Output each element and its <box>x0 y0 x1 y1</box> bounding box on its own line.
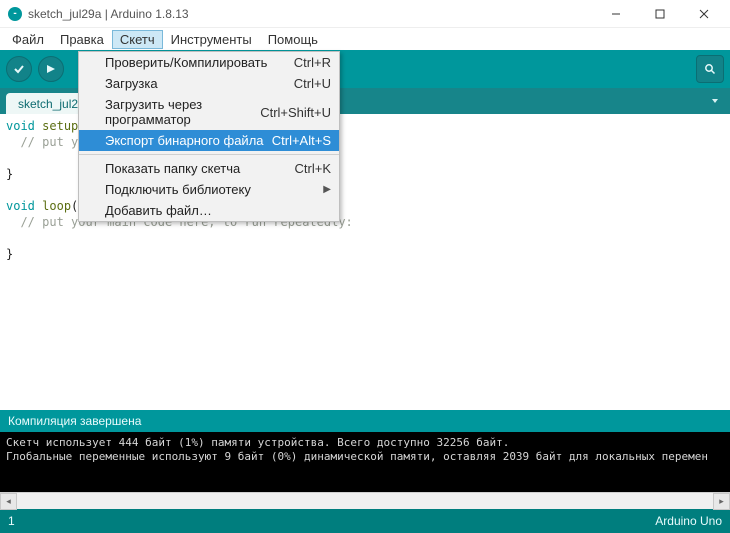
close-button[interactable] <box>682 0 726 28</box>
console-output[interactable]: Скетч использует 444 байт (1%) памяти ус… <box>0 432 730 492</box>
code-text: } <box>6 247 13 261</box>
menu-file[interactable]: Файл <box>4 30 52 49</box>
titlebar: sketch_jul29a | Arduino 1.8.13 <box>0 0 730 28</box>
menu-item-export-binary[interactable]: Экспорт бинарного файла Ctrl+Alt+S <box>79 130 339 151</box>
maximize-button[interactable] <box>638 0 682 28</box>
verify-button[interactable] <box>6 56 32 82</box>
comment: // put yo <box>6 135 85 149</box>
menu-item-upload[interactable]: Загрузка Ctrl+U <box>79 73 339 94</box>
menu-tools[interactable]: Инструменты <box>163 30 260 49</box>
sketch-menu-popup: Проверить/Компилировать Ctrl+R Загрузка … <box>78 51 340 222</box>
upload-button[interactable] <box>38 56 64 82</box>
menu-item-label: Добавить файл… <box>105 203 212 218</box>
footer-board-name: Arduino Uno <box>655 514 722 528</box>
menu-item-label: Проверить/Компилировать <box>105 55 267 70</box>
console-scrollbar[interactable]: ◂ ▸ <box>0 492 730 509</box>
menu-help[interactable]: Помощь <box>260 30 326 49</box>
menu-item-label: Экспорт бинарного файла <box>105 133 264 148</box>
menu-item-shortcut: Ctrl+U <box>294 76 331 91</box>
submenu-arrow-icon: ▶ <box>323 184 331 195</box>
menu-item-shortcut: Ctrl+K <box>295 161 331 176</box>
menu-item-label: Загрузить через программатор <box>105 97 260 127</box>
footer-line-number: 1 <box>8 514 15 528</box>
keyword: void <box>6 199 35 213</box>
fn-name: loop <box>42 199 71 213</box>
menu-item-verify[interactable]: Проверить/Компилировать Ctrl+R <box>79 52 339 73</box>
footer-bar: 1 Arduino Uno <box>0 509 730 533</box>
console-line: Глобальные переменные используют 9 байт … <box>6 450 724 464</box>
app-icon <box>8 7 22 21</box>
menu-item-upload-programmer[interactable]: Загрузить через программатор Ctrl+Shift+… <box>79 94 339 130</box>
menu-item-label: Подключить библиотеку <box>105 182 251 197</box>
minimize-button[interactable] <box>594 0 638 28</box>
console-line: Скетч использует 444 байт (1%) памяти ус… <box>6 436 724 450</box>
menu-item-include-library[interactable]: Подключить библиотеку ▶ <box>79 179 339 200</box>
menu-separator <box>79 154 339 155</box>
code-text: } <box>6 167 13 181</box>
menubar: Файл Правка Скетч Инструменты Помощь <box>0 28 730 50</box>
scroll-left-button[interactable]: ◂ <box>0 493 17 510</box>
menu-item-shortcut: Ctrl+R <box>294 55 331 70</box>
serial-monitor-button[interactable] <box>696 55 724 83</box>
menu-edit[interactable]: Правка <box>52 30 112 49</box>
status-bar: Компиляция завершена <box>0 410 730 432</box>
menu-item-add-file[interactable]: Добавить файл… <box>79 200 339 221</box>
window-title: sketch_jul29a | Arduino 1.8.13 <box>28 7 189 21</box>
window-controls <box>594 0 726 28</box>
tab-dropdown-button[interactable] <box>704 90 726 112</box>
menu-item-label: Загрузка <box>105 76 158 91</box>
menu-sketch[interactable]: Скетч <box>112 30 163 49</box>
menu-item-show-folder[interactable]: Показать папку скетча Ctrl+K <box>79 158 339 179</box>
status-text: Компиляция завершена <box>8 414 141 428</box>
fn-name: setup <box>42 119 78 133</box>
keyword: void <box>6 119 35 133</box>
menu-item-label: Показать папку скетча <box>105 161 240 176</box>
scroll-right-button[interactable]: ▸ <box>713 493 730 510</box>
menu-item-shortcut: Ctrl+Alt+S <box>272 133 331 148</box>
menu-item-shortcut: Ctrl+Shift+U <box>260 105 331 120</box>
